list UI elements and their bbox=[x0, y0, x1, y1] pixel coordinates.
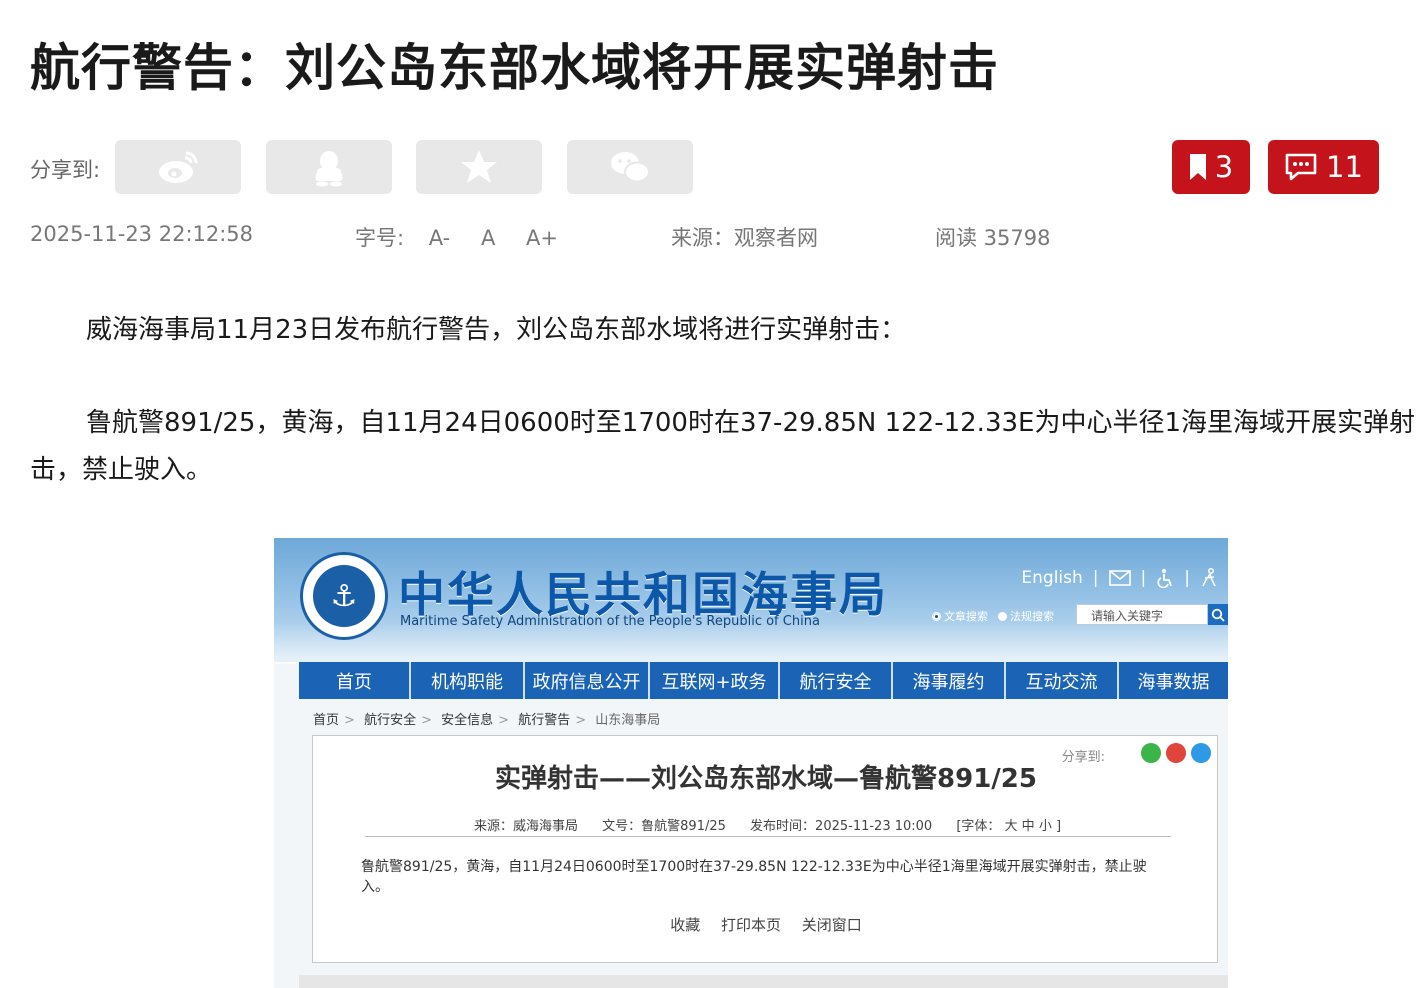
article-title: 航行警告：刘公岛东部水域将开展实弹射击 bbox=[30, 39, 999, 97]
breadcrumb-item[interactable]: 航行警告 bbox=[518, 713, 570, 728]
image-footer-strip bbox=[299, 975, 1228, 988]
publish-datetime: 2025-11-23 22:12:58 bbox=[30, 222, 254, 246]
search-law-radio[interactable]: 法规搜索 bbox=[998, 608, 1054, 624]
breadcrumb-item[interactable]: 安全信息 bbox=[441, 713, 493, 728]
notice-meta: 来源：威海海事局 文号：鲁航警891/25 发布时间：2025-11-23 10… bbox=[474, 815, 1081, 834]
breadcrumb-item[interactable]: 航行安全 bbox=[364, 713, 416, 728]
search-button[interactable] bbox=[1208, 604, 1228, 625]
article-image: ⚓ 中华人民共和国海事局 Maritime Safety Administrat… bbox=[274, 538, 1228, 988]
notice-actions: 收藏 打印本页 关闭窗口 bbox=[313, 914, 1219, 935]
search-type-options: 文章搜索 法规搜索 bbox=[932, 608, 1054, 624]
share-qzone-button[interactable] bbox=[416, 140, 542, 194]
nav-navigation-safety[interactable]: 航行安全 bbox=[780, 662, 893, 699]
breadcrumb: 首页 > 航行安全 > 安全信息 > 航行警告 > 山东海事局 bbox=[313, 713, 661, 728]
anchor-icon: ⚓ bbox=[313, 565, 375, 627]
notice-time: 发布时间：2025-11-23 10:00 bbox=[750, 819, 933, 834]
notice-title: 实弹射击——刘公岛东部水域—鲁航警891/25 bbox=[495, 764, 1037, 794]
elder-care-icon[interactable] bbox=[1200, 568, 1218, 588]
font-small-button[interactable]: A- bbox=[429, 226, 450, 250]
comment-count: 11 bbox=[1326, 150, 1363, 184]
read-count: 阅读 35798 bbox=[935, 226, 1051, 250]
share-label: 分享到: bbox=[30, 158, 101, 182]
star-icon bbox=[461, 150, 497, 183]
notice-source: 来源：威海海事局 bbox=[474, 819, 579, 834]
print-link[interactable]: 打印本页 bbox=[721, 916, 781, 934]
breadcrumb-item[interactable]: 首页 bbox=[313, 713, 339, 728]
bookmark-count: 3 bbox=[1214, 150, 1234, 184]
qq-penguin-icon bbox=[315, 151, 343, 187]
notice-card: 分享到: 实弹射击——刘公岛东部水域—鲁航警891/25 来源：威海海事局 文号… bbox=[312, 735, 1218, 963]
share-weibo-button[interactable] bbox=[115, 140, 241, 194]
font-size-control: 字号: A- A A+ bbox=[355, 222, 558, 252]
notice-body: 鲁航警891/25，黄海，自11月24日0600时至1700时在37-29.85… bbox=[361, 859, 1147, 895]
msa-emblem-logo: ⚓ bbox=[300, 552, 388, 640]
favorite-link[interactable]: 收藏 bbox=[670, 916, 700, 934]
nav-data[interactable]: 海事数据 bbox=[1119, 662, 1228, 699]
nav-internet-gov[interactable]: 互联网+政务 bbox=[650, 662, 780, 699]
english-link[interactable]: English bbox=[1021, 568, 1082, 588]
divider bbox=[365, 836, 1171, 837]
bookmark-icon bbox=[1189, 154, 1206, 180]
accessibility-icon[interactable] bbox=[1156, 568, 1174, 588]
font-size-label: 字号: bbox=[355, 226, 405, 250]
article-source: 来源：观察者网 bbox=[671, 226, 818, 250]
search-article-radio[interactable]: 文章搜索 bbox=[932, 608, 988, 624]
weibo-icon bbox=[159, 151, 198, 183]
font-large-button[interactable]: A+ bbox=[526, 226, 558, 250]
share-wechat-button[interactable] bbox=[567, 140, 693, 194]
article-paragraph-1: 威海海事局11月23日发布航行警告，刘公岛东部水域将进行实弹射击： bbox=[86, 315, 907, 345]
wechat-icon bbox=[611, 152, 650, 183]
close-window-link[interactable]: 关闭窗口 bbox=[802, 916, 862, 934]
comment-button[interactable]: 11 bbox=[1268, 140, 1379, 194]
msa-header: ⚓ 中华人民共和国海事局 Maritime Safety Administrat… bbox=[274, 538, 1228, 664]
msa-nav: 首页 机构职能 政府信息公开 互联网+政务 航行安全 海事履约 互动交流 海事数… bbox=[299, 662, 1228, 699]
search-input[interactable]: 请输入关键字 bbox=[1076, 604, 1208, 625]
font-medium-button[interactable]: A bbox=[481, 226, 495, 250]
nav-functions[interactable]: 机构职能 bbox=[411, 662, 525, 699]
notice-doc-number: 文号：鲁航警891/25 bbox=[602, 819, 726, 834]
mail-icon[interactable] bbox=[1108, 570, 1131, 586]
article-paragraph-2: 鲁航警891/25，黄海，自11月24日0600时至1700时在37-29.85… bbox=[30, 408, 1415, 485]
msa-top-links: English | | | bbox=[1021, 568, 1218, 588]
notice-font-size[interactable]: [字体： 大 中 小 ] bbox=[956, 819, 1061, 834]
nav-compliance[interactable]: 海事履约 bbox=[893, 662, 1006, 699]
nav-home[interactable]: 首页 bbox=[299, 662, 411, 699]
msa-site-name-en: Maritime Safety Administration of the Pe… bbox=[400, 614, 820, 629]
share-qq-button[interactable] bbox=[266, 140, 392, 194]
search-icon bbox=[1211, 608, 1225, 622]
bookmark-button[interactable]: 3 bbox=[1172, 140, 1250, 194]
breadcrumb-item[interactable]: 山东海事局 bbox=[595, 713, 660, 728]
nav-interaction[interactable]: 互动交流 bbox=[1006, 662, 1119, 699]
comment-icon bbox=[1285, 153, 1317, 181]
nav-gov-info[interactable]: 政府信息公开 bbox=[525, 662, 650, 699]
